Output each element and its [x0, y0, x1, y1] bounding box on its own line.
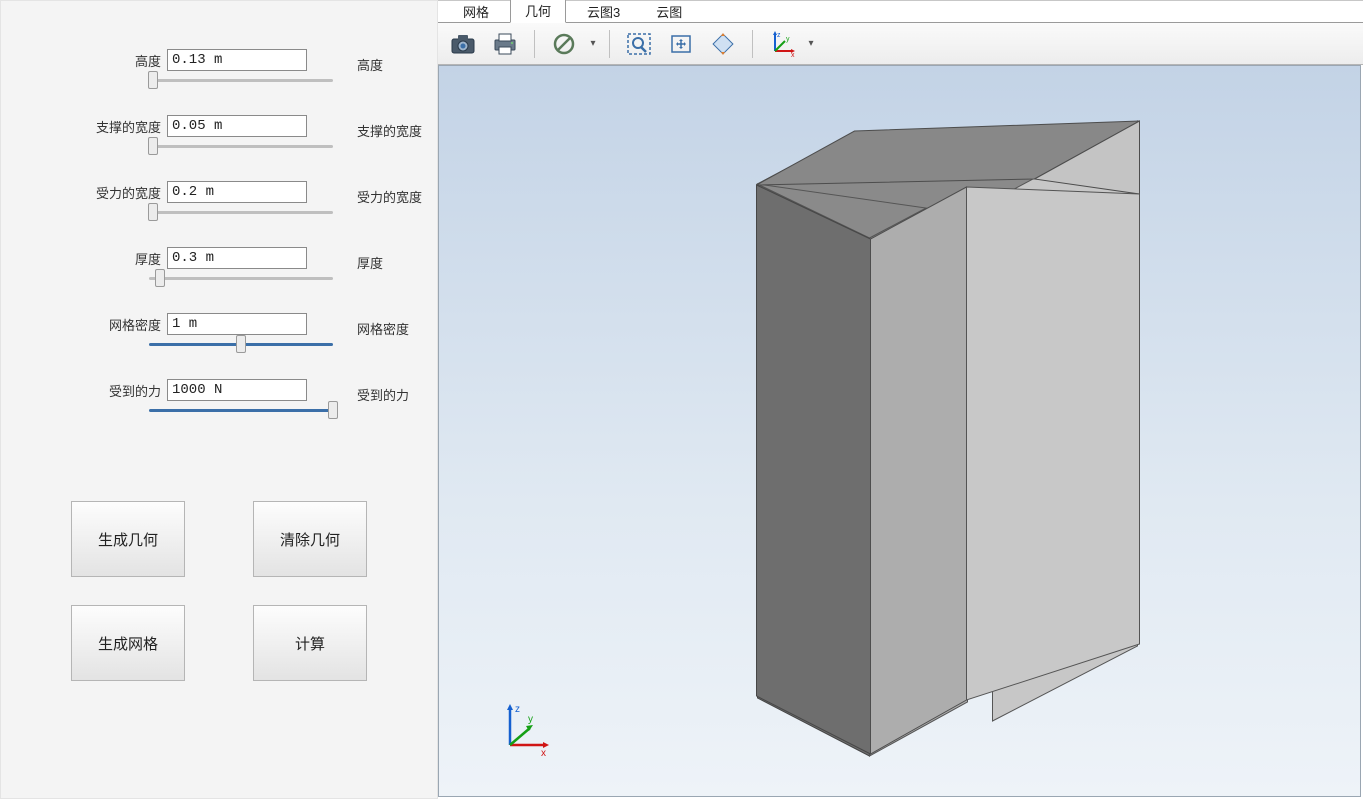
support-width-slider[interactable] — [149, 145, 333, 148]
toolbar-separator — [609, 30, 610, 58]
axes-dropdown[interactable]: ▾ — [805, 38, 817, 49]
generate-geometry-button[interactable]: 生成几何 — [71, 501, 185, 577]
param-caption-support-width: 支撑的宽度 — [357, 121, 422, 140]
height-slider[interactable] — [149, 79, 333, 82]
generate-mesh-button[interactable]: 生成网格 — [71, 605, 185, 681]
param-row-mesh-density: 网格密度 网格密度 — [1, 313, 437, 361]
param-row-height: 高度 高度 — [1, 49, 437, 97]
tab-cloud3[interactable]: 云图3 — [572, 0, 635, 23]
param-caption-force: 受到的力 — [357, 385, 409, 404]
geometry-viewport[interactable]: z x y — [438, 65, 1361, 797]
param-label-thickness: 厚度 — [1, 247, 167, 268]
param-label-mesh-density: 网格密度 — [1, 313, 167, 334]
force-slider[interactable] — [149, 409, 333, 412]
prohibit-dropdown[interactable]: ▾ — [587, 38, 599, 49]
fit-view-icon[interactable] — [704, 27, 742, 61]
force-width-slider[interactable] — [149, 211, 333, 214]
axes-icon[interactable]: z y x — [763, 27, 801, 61]
view-tabs: 网格 几何 云图3 云图 — [438, 1, 1363, 23]
thickness-slider[interactable] — [149, 277, 333, 280]
axis-x-label: x — [541, 748, 546, 759]
param-row-thickness: 厚度 厚度 — [1, 247, 437, 295]
pan-icon[interactable] — [662, 27, 700, 61]
param-caption-mesh-density: 网格密度 — [357, 319, 409, 338]
tab-cloud[interactable]: 云图 — [641, 0, 697, 23]
compute-button[interactable]: 计算 — [253, 605, 367, 681]
viewport-panel: 网格 几何 云图3 云图 — [438, 0, 1363, 799]
height-input[interactable] — [167, 49, 307, 71]
tab-geometry[interactable]: 几何 — [510, 0, 566, 23]
axis-y-label: y — [528, 714, 533, 725]
mesh-density-input[interactable] — [167, 313, 307, 335]
toolbar-separator — [534, 30, 535, 58]
force-width-input[interactable] — [167, 181, 307, 203]
axis-z-label: z — [515, 704, 520, 715]
force-input[interactable] — [167, 379, 307, 401]
param-label-height: 高度 — [1, 49, 167, 70]
param-row-support-width: 支撑的宽度 支撑的宽度 — [1, 115, 437, 163]
param-caption-thickness: 厚度 — [357, 253, 383, 272]
zoom-window-icon[interactable] — [620, 27, 658, 61]
geometry-solid — [439, 66, 1360, 796]
parameters-panel: 高度 高度 支撑的宽度 支撑的宽度 受力的宽度 — [0, 0, 438, 799]
param-label-force: 受到的力 — [1, 379, 167, 400]
viewport-toolbar: ▾ — [438, 23, 1363, 65]
toolbar-separator — [752, 30, 753, 58]
prohibit-icon[interactable] — [545, 27, 583, 61]
param-label-support-width: 支撑的宽度 — [1, 115, 167, 136]
param-caption-height: 高度 — [357, 55, 383, 74]
param-label-force-width: 受力的宽度 — [1, 181, 167, 202]
param-row-force: 受到的力 受到的力 — [1, 379, 437, 427]
support-width-input[interactable] — [167, 115, 307, 137]
thickness-input[interactable] — [167, 247, 307, 269]
param-row-force-width: 受力的宽度 受力的宽度 — [1, 181, 437, 229]
tab-mesh[interactable]: 网格 — [448, 0, 504, 23]
camera-icon[interactable] — [444, 27, 482, 61]
clear-geometry-button[interactable]: 清除几何 — [253, 501, 367, 577]
svg-text:z: z — [777, 32, 781, 39]
print-icon[interactable] — [486, 27, 524, 61]
svg-text:x: x — [791, 52, 795, 59]
svg-text:y: y — [786, 36, 790, 43]
axis-gizmo[interactable]: z x y — [495, 700, 555, 760]
param-caption-force-width: 受力的宽度 — [357, 187, 422, 206]
mesh-density-slider[interactable] — [149, 343, 333, 346]
